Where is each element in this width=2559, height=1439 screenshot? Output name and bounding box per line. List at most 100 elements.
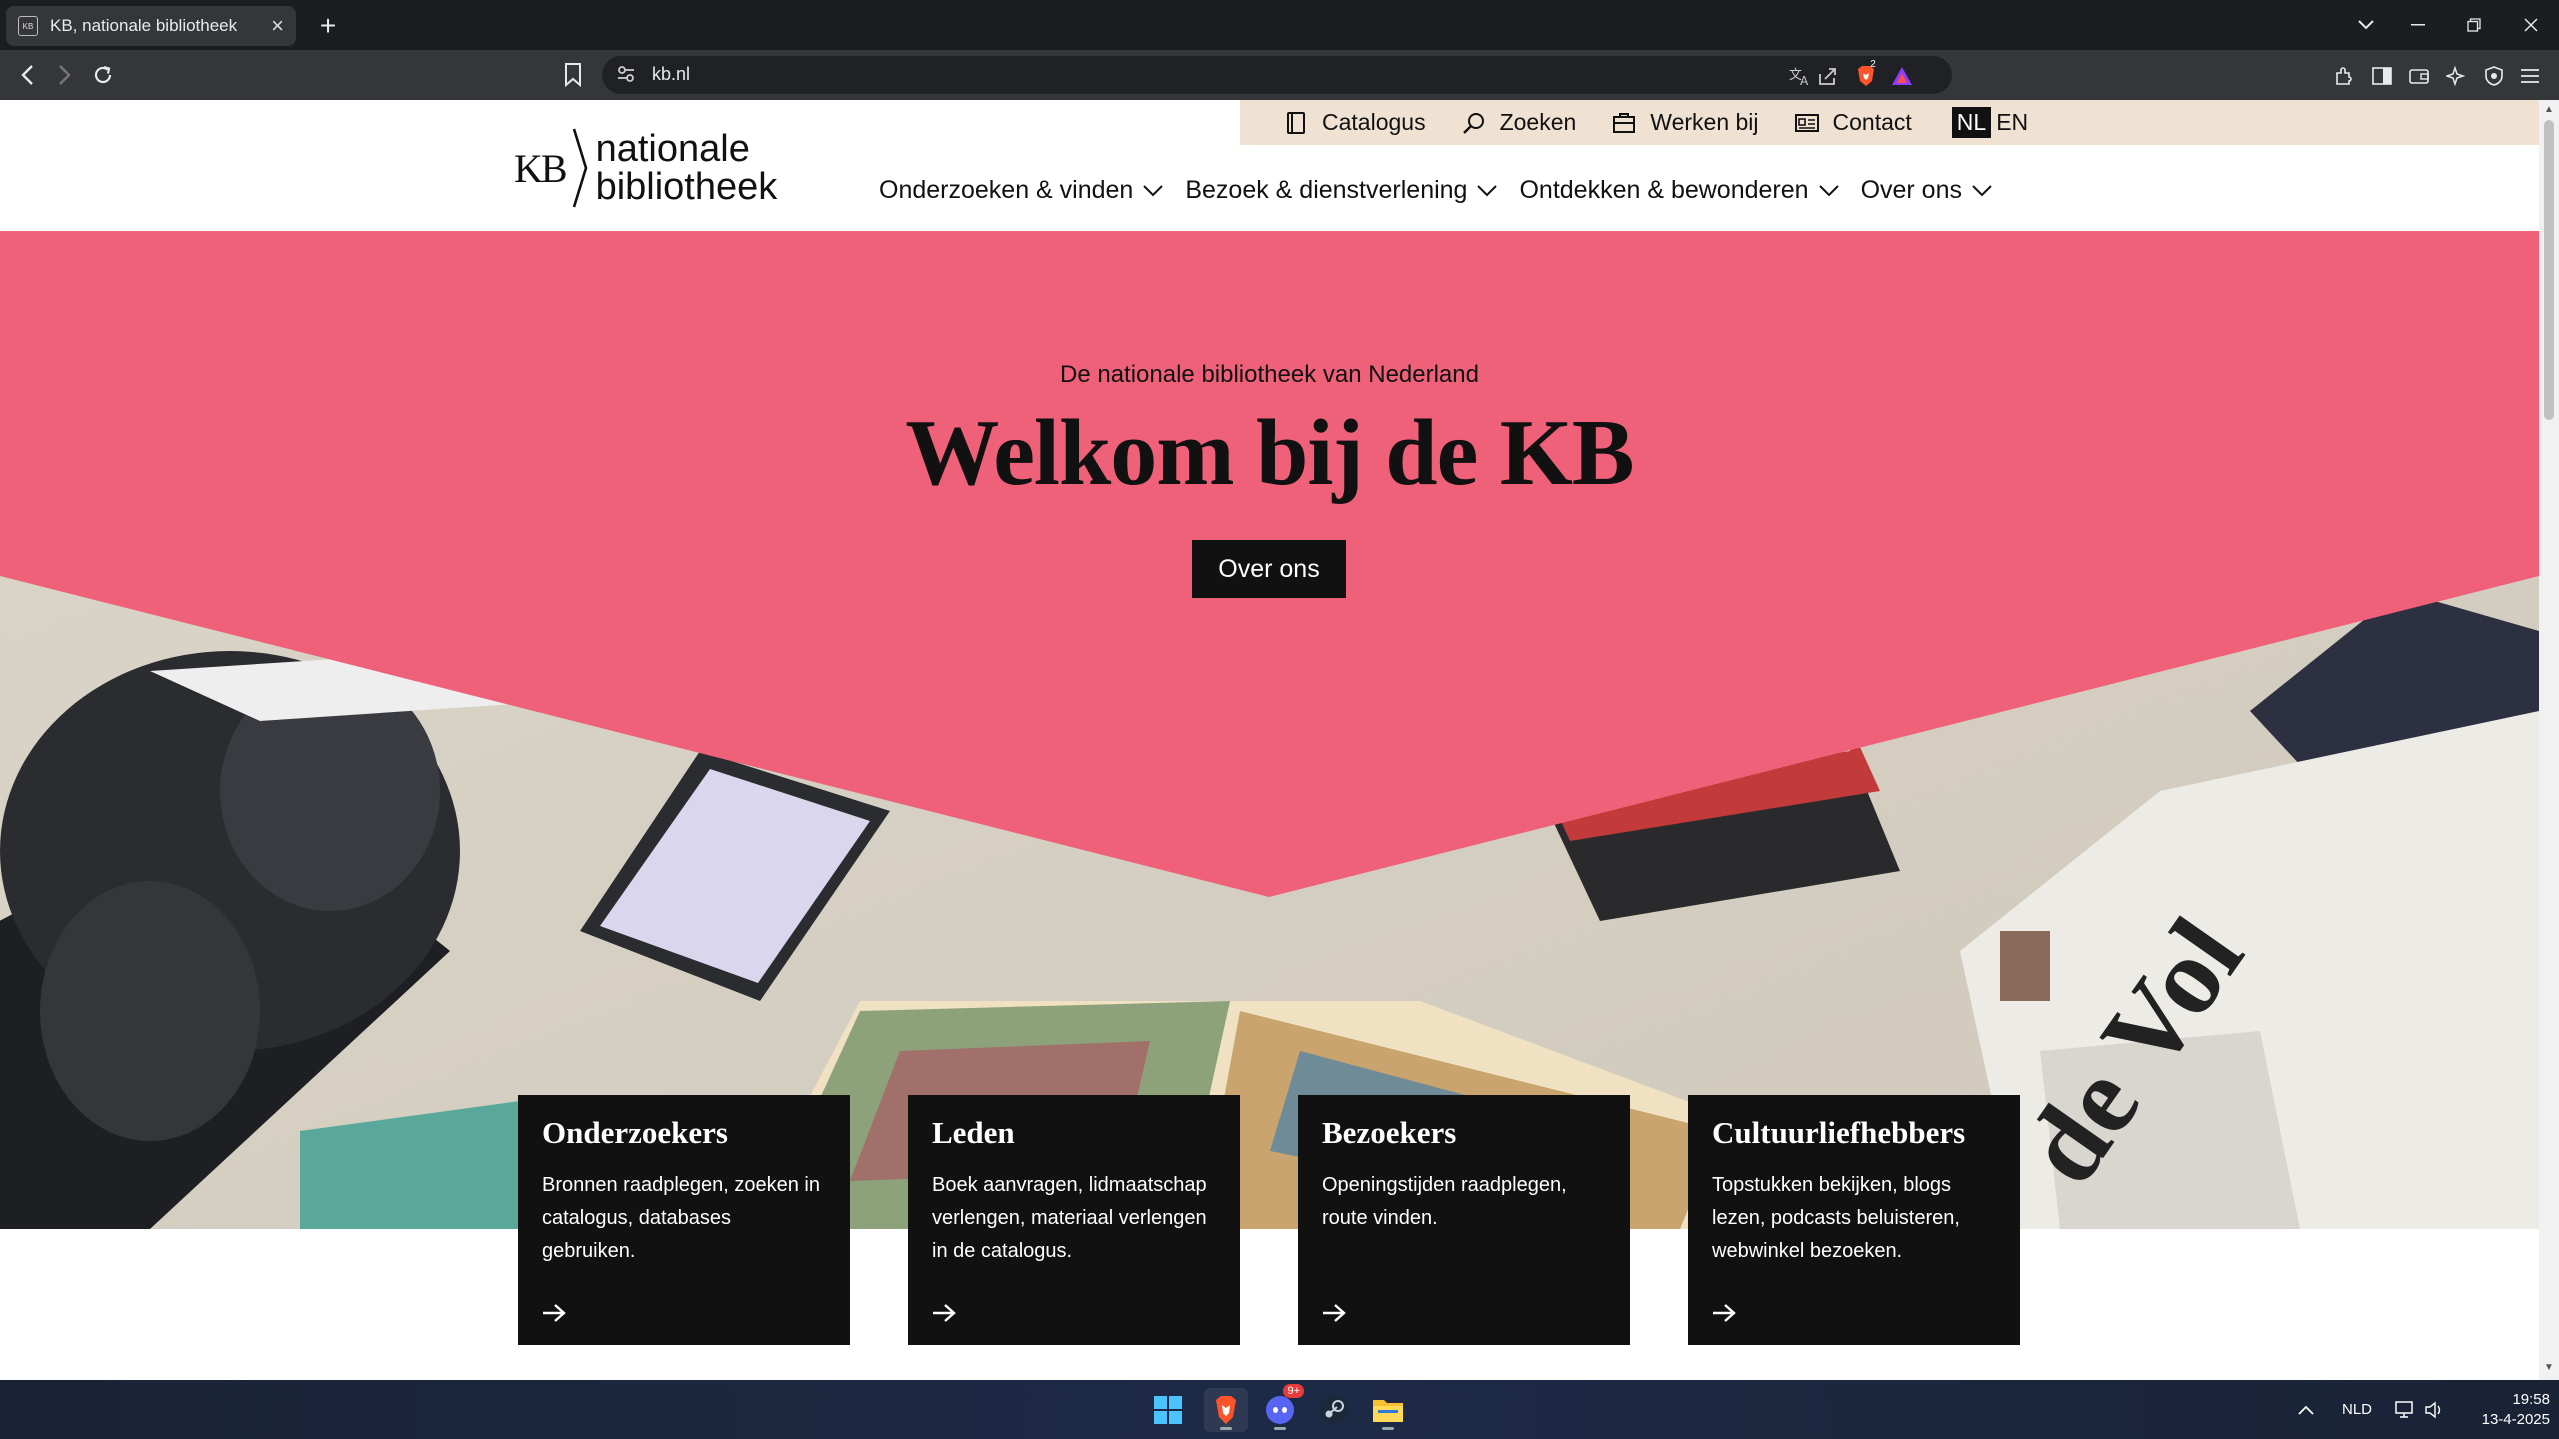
hero-section: de Vol De nationale bibliotheek van Nede…: [0, 231, 2539, 1229]
taskbar-file-explorer[interactable]: [1366, 1388, 1410, 1432]
nav-bezoek-dienstverlening[interactable]: Bezoek & dienstverlening: [1185, 176, 1498, 205]
kb-favicon-icon: KB: [18, 16, 38, 36]
nav-onderzoeken-vinden[interactable]: Onderzoeken & vinden: [879, 176, 1164, 205]
translate-icon[interactable]: 文A: [1788, 64, 1812, 88]
kb-logo[interactable]: KB nationale bibliotheek: [514, 128, 777, 208]
back-button[interactable]: [10, 58, 44, 92]
utility-nav: Catalogus Zoeken Werken bij Contact NL E…: [1240, 100, 2539, 145]
input-language-indicator[interactable]: NLD: [2342, 1380, 2372, 1439]
util-link-label: Contact: [1832, 109, 1912, 135]
util-link-label: Catalogus: [1322, 109, 1426, 135]
audience-cards: Onderzoekers Bronnen raadplegen, zoeken …: [518, 1095, 2078, 1345]
search-icon: [1462, 112, 1484, 134]
card-text: Bronnen raadplegen, zoeken in catalogus,…: [542, 1174, 820, 1262]
extensions-icon[interactable]: [2330, 62, 2358, 90]
svg-text:A: A: [1800, 74, 1809, 86]
tab-close-icon[interactable]: ×: [271, 15, 284, 37]
windows-logo-icon: [1154, 1396, 1182, 1424]
util-link-zoeken[interactable]: Zoeken: [1462, 109, 1577, 136]
tray-overflow-chevron-icon[interactable]: [2298, 1380, 2314, 1439]
card-bezoekers[interactable]: Bezoekers Openingstijden raadplegen, rou…: [1298, 1095, 1630, 1345]
network-icon[interactable]: [2395, 1380, 2417, 1439]
util-link-werken-bij[interactable]: Werken bij: [1612, 109, 1759, 136]
lang-nl-active[interactable]: NL: [1951, 107, 1992, 138]
clock-date: 13-4-2025: [2481, 1411, 2550, 1428]
arrow-right-icon[interactable]: [932, 1303, 956, 1323]
site-settings-icon[interactable]: [616, 64, 638, 86]
scrollbar-thumb[interactable]: [2544, 120, 2554, 420]
util-link-contact[interactable]: Contact: [1794, 109, 1912, 136]
forward-button[interactable]: [48, 58, 82, 92]
reload-button[interactable]: [86, 58, 120, 92]
card-title: Onderzoekers: [542, 1115, 728, 1150]
browser-toolbar: kb.nl 文A 2: [0, 50, 2559, 100]
running-indicator: [1382, 1427, 1394, 1430]
hero-title: Welkom bij de KB: [905, 401, 1634, 505]
language-switch: NL EN: [1951, 107, 2033, 138]
card-title: Cultuurliefhebbers: [1712, 1115, 1966, 1150]
book-icon: [1287, 111, 1305, 134]
brave-rewards-icon[interactable]: [1890, 64, 1914, 88]
taskbar-discord[interactable]: 9+: [1258, 1384, 1304, 1432]
share-icon[interactable]: [1816, 64, 1840, 88]
util-link-label: Zoeken: [1499, 109, 1577, 135]
discord-icon: [1266, 1396, 1294, 1424]
lang-en[interactable]: EN: [1991, 107, 2033, 138]
running-indicator: [1274, 1427, 1286, 1430]
web-page: de Vol De nationale bibliotheek van Nede…: [0, 100, 2539, 1380]
running-indicator: [1220, 1427, 1232, 1430]
over-ons-button[interactable]: Over ons: [1192, 540, 1346, 598]
leo-ai-icon[interactable]: [2442, 62, 2470, 90]
card-title: Bezoekers: [1322, 1115, 1457, 1150]
util-link-catalogus[interactable]: Catalogus: [1284, 109, 1426, 136]
brave-browser-icon: [1216, 1396, 1236, 1424]
close-window-button[interactable]: [2503, 0, 2559, 50]
card-onderzoekers[interactable]: Onderzoekers Bronnen raadplegen, zoeken …: [518, 1095, 850, 1345]
clock-time: 19:58: [2512, 1391, 2550, 1408]
chevron-down-icon: [1143, 184, 1164, 196]
scroll-down-arrow-icon[interactable]: ▼: [2543, 1362, 2555, 1376]
volume-icon[interactable]: [2424, 1380, 2444, 1439]
discord-notification-badge: 9+: [1283, 1384, 1304, 1398]
arrow-right-icon[interactable]: [1712, 1303, 1736, 1323]
wallet-icon[interactable]: [2405, 62, 2433, 90]
restore-window-button[interactable]: [2446, 0, 2502, 50]
nav-label: Over ons: [1860, 176, 1962, 204]
arrow-right-icon[interactable]: [1322, 1303, 1346, 1323]
vpn-shield-icon[interactable]: [2480, 62, 2508, 90]
scroll-up-arrow-icon[interactable]: ▲: [2543, 104, 2555, 118]
chevron-down-icon: [1818, 184, 1839, 196]
nav-label: Bezoek & dienstverlening: [1185, 176, 1468, 204]
tab-search-chevron-icon[interactable]: [2338, 0, 2394, 50]
browser-tab-active[interactable]: KB KB, nationale bibliotheek ×: [6, 6, 296, 46]
folder-icon: [1373, 1400, 1403, 1422]
nav-label: Onderzoeken & vinden: [879, 176, 1134, 204]
taskbar-steam[interactable]: [1312, 1388, 1356, 1432]
nav-label: Ontdekken & bewonderen: [1519, 176, 1809, 204]
logo-line-1: nationale: [595, 128, 750, 170]
system-clock[interactable]: 19:58 13-4-2025: [2460, 1390, 2550, 1430]
arrow-right-icon[interactable]: [542, 1303, 566, 1323]
page-scrollbar[interactable]: ▲ ▼: [2539, 100, 2559, 1380]
card-leden[interactable]: Leden Boek aanvragen, lidmaatschap verle…: [908, 1095, 1240, 1345]
nav-ontdekken-bewonderen[interactable]: Ontdekken & bewonderen: [1519, 176, 1839, 205]
card-title: Leden: [932, 1115, 1015, 1150]
chevron-down-icon: [1972, 184, 1992, 196]
nav-over-ons[interactable]: Over ons: [1861, 176, 1992, 205]
card-cultuurliefhebbers[interactable]: Cultuurliefhebbers Topstukken bekijken, …: [1688, 1095, 2020, 1345]
bookmark-icon[interactable]: [562, 62, 588, 88]
browser-tab-strip: KB KB, nationale bibliotheek × +: [0, 0, 2559, 50]
url-text[interactable]: kb.nl: [652, 64, 690, 85]
logo-wordmark: nationale bibliotheek: [596, 130, 778, 206]
tab-title: KB, nationale bibliotheek: [50, 16, 238, 35]
menu-hamburger-icon[interactable]: [2516, 62, 2544, 90]
minimize-window-button[interactable]: [2390, 0, 2446, 50]
start-button[interactable]: [1146, 1388, 1190, 1432]
sidebar-icon[interactable]: [2368, 62, 2396, 90]
taskbar-brave[interactable]: [1204, 1388, 1248, 1432]
address-bar[interactable]: kb.nl 文A 2: [602, 56, 1952, 94]
util-link-label: Werken bij: [1650, 109, 1759, 135]
new-tab-button[interactable]: +: [310, 8, 346, 44]
main-nav: Onderzoeken & vinden Bezoek & dienstverl…: [879, 176, 2014, 205]
logo-line-2: bibliotheek: [595, 166, 778, 208]
